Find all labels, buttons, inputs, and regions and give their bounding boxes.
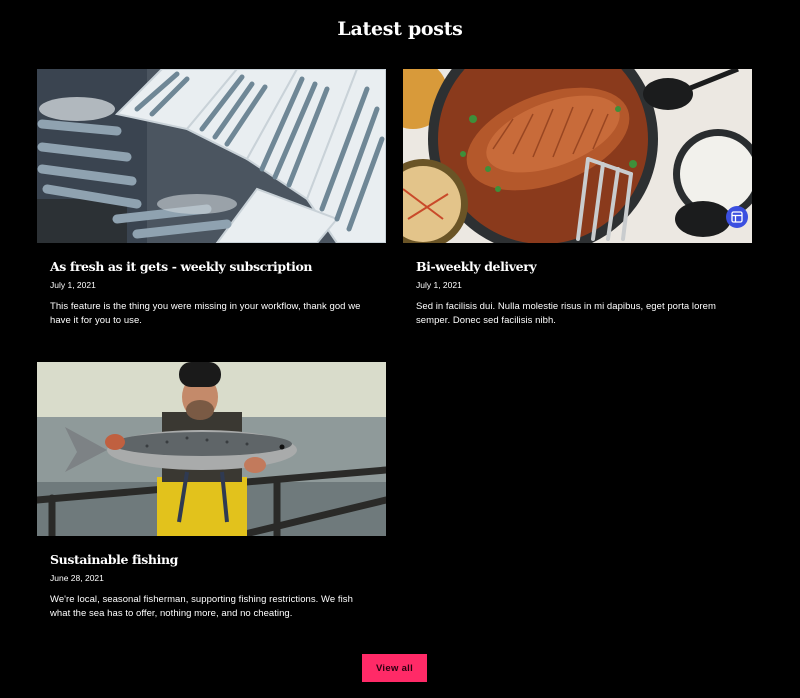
post-title[interactable]: Sustainable fishing bbox=[50, 552, 373, 568]
post-title[interactable]: Bi-weekly delivery bbox=[416, 259, 739, 275]
post-card: Bi-weekly delivery July 1, 2021 Sed in f… bbox=[403, 69, 752, 328]
post-excerpt: Sed in facilisis dui. Nulla molestie ris… bbox=[416, 301, 716, 326]
post-excerpt: We're local, seasonal fisherman, support… bbox=[50, 594, 353, 619]
post-image-fish-crates[interactable] bbox=[37, 69, 386, 243]
post-image-fisherman[interactable] bbox=[37, 362, 386, 536]
post-card: As fresh as it gets - weekly subscriptio… bbox=[37, 69, 386, 328]
fish-crates-photo bbox=[37, 69, 386, 243]
post-title[interactable]: As fresh as it gets - weekly subscriptio… bbox=[50, 259, 373, 275]
section-title: Latest posts bbox=[337, 18, 463, 40]
fisherman-photo bbox=[37, 362, 386, 536]
post-date: June 28, 2021 bbox=[50, 573, 104, 583]
fish-dish-photo bbox=[403, 69, 752, 243]
post-date: July 1, 2021 bbox=[50, 280, 96, 290]
post-date: July 1, 2021 bbox=[416, 280, 462, 290]
post-excerpt: This feature is the thing you were missi… bbox=[50, 301, 361, 326]
view-all-button[interactable]: View all bbox=[362, 654, 427, 682]
post-card: Sustainable fishing June 28, 2021 We're … bbox=[37, 362, 386, 621]
layout-edit-icon[interactable] bbox=[726, 206, 748, 228]
post-image-fish-dish[interactable] bbox=[403, 69, 752, 243]
